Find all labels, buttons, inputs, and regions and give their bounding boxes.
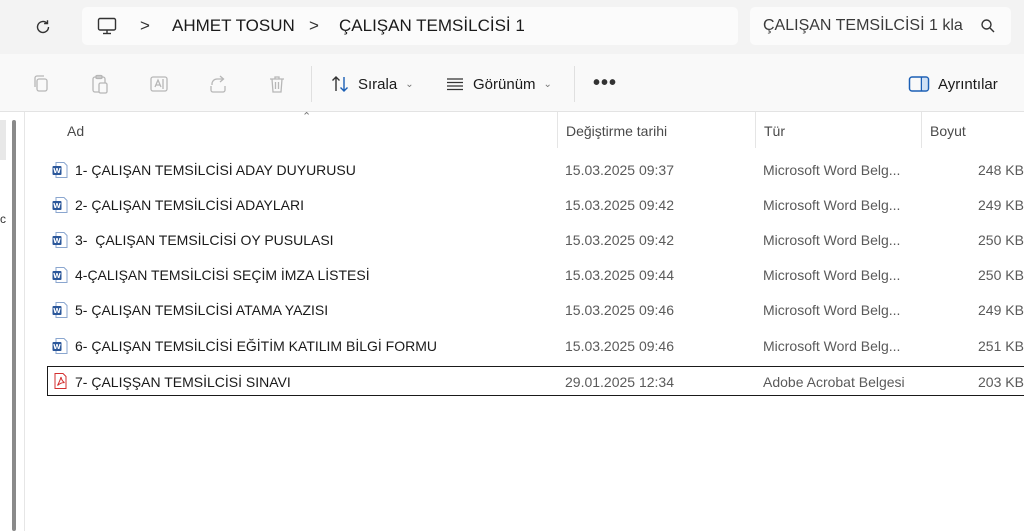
file-name[interactable]: 3- ÇALIŞAN TEMSİLCİSİ OY PUSULASI <box>75 225 334 255</box>
view-button[interactable]: Görünüm ⌄ <box>445 68 552 100</box>
search-box[interactable]: ÇALIŞAN TEMSİLCİSİ 1 kla <box>750 7 1011 45</box>
file-date: 15.03.2025 09:42 <box>565 197 674 213</box>
file-size: 248 KB <box>978 162 1024 178</box>
share-icon[interactable] <box>207 73 229 95</box>
breadcrumb-current-folder[interactable]: ÇALIŞAN TEMSİLCİSİ 1 <box>339 7 525 45</box>
file-row[interactable]: W 5- ÇALIŞAN TEMSİLCİSİ ATAMA YAZISI 15.… <box>47 295 1024 325</box>
breadcrumb-separator[interactable]: > <box>140 7 150 45</box>
svg-text:W: W <box>53 202 61 210</box>
breadcrumb-ahmet-tosun[interactable]: AHMET TOSUN <box>172 7 295 45</box>
pdf-document-icon <box>54 373 67 389</box>
file-size: 250 KB <box>978 267 1024 283</box>
rename-icon[interactable] <box>148 73 170 95</box>
navigation-item-fragment[interactable]: c <box>0 212 6 226</box>
file-date: 15.03.2025 09:46 <box>565 302 674 318</box>
file-row[interactable]: W 6- ÇALIŞAN TEMSİLCİSİ EĞİTİM KATILIM B… <box>47 331 1024 361</box>
file-row-selected[interactable]: 7- ÇALIŞŞAN TEMSİLCİSİ SINAVI 29.01.2025… <box>47 366 1024 396</box>
sort-button[interactable]: Sırala ⌄ <box>330 68 414 100</box>
sort-label: Sırala <box>358 75 398 93</box>
file-type: Microsoft Word Belg... <box>763 162 901 178</box>
search-icon[interactable] <box>980 18 996 34</box>
column-separator[interactable] <box>921 112 922 148</box>
file-size: 203 KB <box>978 374 1024 390</box>
file-name[interactable]: 2- ÇALIŞAN TEMSİLCİSİ ADAYLARI <box>75 190 304 220</box>
svg-text:W: W <box>53 167 61 175</box>
details-button[interactable]: Ayrıntılar <box>908 68 998 100</box>
navigation-scrollbar[interactable] <box>12 120 16 531</box>
command-bar: Sırala ⌄ Görünüm ⌄ ••• Ayrıntılar <box>0 54 1024 112</box>
file-date: 15.03.2025 09:46 <box>565 338 674 354</box>
navigation-pane-tab[interactable] <box>0 120 6 160</box>
column-header-date[interactable]: Değiştirme tarihi <box>566 112 667 150</box>
file-type: Microsoft Word Belg... <box>763 302 901 318</box>
file-type: Microsoft Word Belg... <box>763 232 901 248</box>
column-separator[interactable] <box>755 112 756 148</box>
file-name[interactable]: 1- ÇALIŞAN TEMSİLCİSİ ADAY DUYURUSU <box>75 155 356 185</box>
file-size: 249 KB <box>978 302 1024 318</box>
file-size: 251 KB <box>978 338 1024 354</box>
column-header-name[interactable]: Ad <box>67 112 84 150</box>
file-type: Microsoft Word Belg... <box>763 197 901 213</box>
details-pane-icon <box>908 76 930 92</box>
word-document-icon: W <box>52 197 68 213</box>
word-document-icon: W <box>52 338 68 354</box>
sort-icon <box>332 76 348 92</box>
search-input[interactable]: ÇALIŞAN TEMSİLCİSİ 1 kla <box>763 7 963 45</box>
address-bar-area: > AHMET TOSUN > ÇALIŞAN TEMSİLCİSİ 1 ÇAL… <box>0 0 1024 54</box>
more-options-button[interactable]: ••• <box>592 70 618 96</box>
file-type: Microsoft Word Belg... <box>763 267 901 283</box>
file-type: Microsoft Word Belg... <box>763 338 901 354</box>
svg-text:W: W <box>53 343 61 351</box>
delete-icon[interactable] <box>266 73 288 95</box>
file-row[interactable]: W 2- ÇALIŞAN TEMSİLCİSİ ADAYLARI 15.03.2… <box>47 190 1024 220</box>
file-row[interactable]: W 4-ÇALIŞAN TEMSİLCİSİ SEÇİM İMZA LİSTES… <box>47 260 1024 290</box>
file-row[interactable]: W 3- ÇALIŞAN TEMSİLCİSİ OY PUSULASI 15.0… <box>47 225 1024 255</box>
file-row[interactable]: W 1- ÇALIŞAN TEMSİLCİSİ ADAY DUYURUSU 15… <box>47 155 1024 185</box>
chevron-down-icon: ⌄ <box>543 78 552 90</box>
toolbar-divider <box>311 66 312 102</box>
paste-icon[interactable] <box>89 73 111 95</box>
file-name[interactable]: 5- ÇALIŞAN TEMSİLCİSİ ATAMA YAZISI <box>75 295 328 325</box>
details-label: Ayrıntılar <box>938 75 998 93</box>
word-document-icon: W <box>52 162 68 178</box>
toolbar-divider <box>574 66 575 102</box>
file-name[interactable]: 7- ÇALIŞŞAN TEMSİLCİSİ SINAVI <box>75 367 291 397</box>
view-label: Görünüm <box>473 75 536 93</box>
address-field[interactable]: > AHMET TOSUN > ÇALIŞAN TEMSİLCİSİ 1 <box>82 7 738 45</box>
this-pc-icon[interactable] <box>96 15 118 37</box>
copy-icon[interactable] <box>30 73 52 95</box>
file-size: 250 KB <box>978 232 1024 248</box>
column-separator[interactable] <box>557 112 558 148</box>
column-header-size[interactable]: Boyut <box>930 112 966 150</box>
refresh-button[interactable] <box>30 14 56 40</box>
svg-text:W: W <box>53 307 61 315</box>
chevron-down-icon: ⌄ <box>405 78 414 90</box>
file-name[interactable]: 4-ÇALIŞAN TEMSİLCİSİ SEÇİM İMZA LİSTESİ <box>75 260 370 290</box>
sort-ascending-icon: ⌃ <box>302 111 312 123</box>
refresh-icon <box>36 20 50 34</box>
file-date: 29.01.2025 12:34 <box>565 374 674 390</box>
svg-text:W: W <box>53 237 61 245</box>
file-date: 15.03.2025 09:42 <box>565 232 674 248</box>
file-size: 249 KB <box>978 197 1024 213</box>
file-type: Adobe Acrobat Belgesi <box>763 374 905 390</box>
file-date: 15.03.2025 09:37 <box>565 162 674 178</box>
column-header-type[interactable]: Tür <box>764 112 785 150</box>
svg-text:W: W <box>53 272 61 280</box>
word-document-icon: W <box>52 232 68 248</box>
view-icon <box>447 78 463 91</box>
breadcrumb-separator[interactable]: > <box>309 7 319 45</box>
file-date: 15.03.2025 09:44 <box>565 267 674 283</box>
word-document-icon: W <box>52 302 68 318</box>
file-name[interactable]: 6- ÇALIŞAN TEMSİLCİSİ EĞİTİM KATILIM BİL… <box>75 331 437 361</box>
word-document-icon: W <box>52 267 68 283</box>
